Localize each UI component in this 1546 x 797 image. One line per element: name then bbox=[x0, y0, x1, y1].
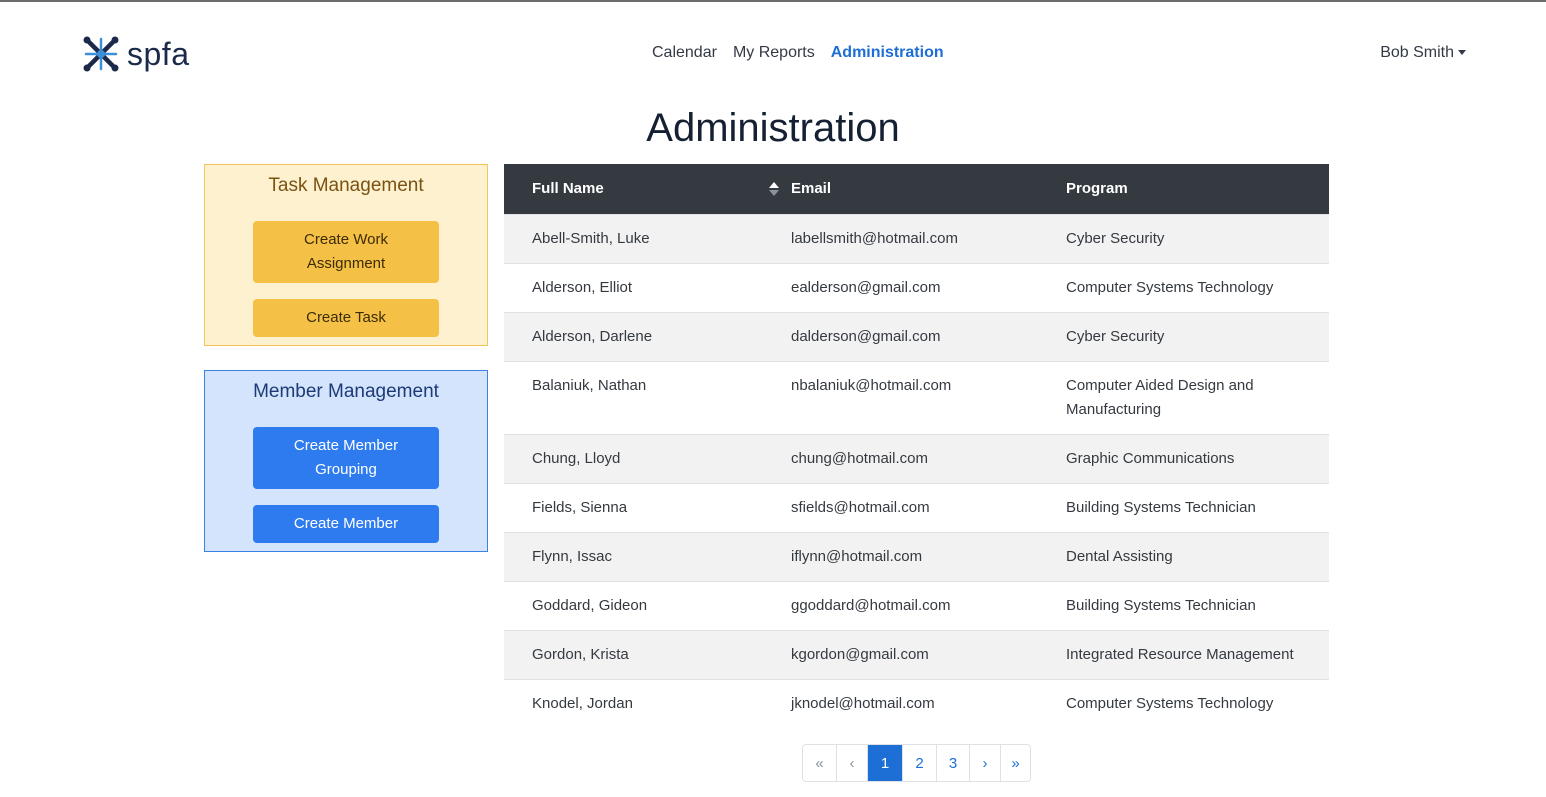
create-work-assignment-button[interactable]: Create Work Assignment bbox=[253, 221, 439, 283]
cell-program: Building Systems Technician bbox=[1066, 482, 1329, 532]
member-management-title: Member Management bbox=[253, 381, 439, 402]
cell-full-name: Knodel, Jordan bbox=[504, 678, 791, 728]
cell-email: kgordon@gmail.com bbox=[791, 629, 1066, 679]
table-row[interactable]: Alderson, Darlene dalderson@gmail.com Cy… bbox=[504, 311, 1329, 361]
cell-email: sfields@hotmail.com bbox=[791, 482, 1066, 532]
cell-program: Cyber Security bbox=[1066, 311, 1329, 361]
cell-email: ggoddard@hotmail.com bbox=[791, 580, 1066, 630]
cell-full-name: Gordon, Krista bbox=[504, 629, 791, 679]
table-row[interactable]: Abell-Smith, Luke labellsmith@hotmail.co… bbox=[504, 213, 1329, 263]
cell-full-name: Goddard, Gideon bbox=[504, 580, 791, 630]
cell-email: chung@hotmail.com bbox=[791, 433, 1066, 483]
create-member-button[interactable]: Create Member bbox=[253, 505, 439, 543]
cell-program: Cyber Security bbox=[1066, 213, 1329, 263]
cell-program: Building Systems Technician bbox=[1066, 580, 1329, 630]
column-header-program[interactable]: Program bbox=[1066, 164, 1329, 214]
cell-email: dalderson@gmail.com bbox=[791, 311, 1066, 361]
cell-full-name: Fields, Sienna bbox=[504, 482, 791, 532]
cell-program: Graphic Communications bbox=[1066, 433, 1329, 483]
table-row[interactable]: Balaniuk, Nathan nbalaniuk@hotmail.com C… bbox=[504, 360, 1329, 434]
main-nav: Calendar My Reports Administration bbox=[652, 44, 944, 62]
cell-program: Computer Systems Technology bbox=[1066, 262, 1329, 312]
cell-program: Integrated Resource Management bbox=[1066, 629, 1329, 679]
task-management-title: Task Management bbox=[268, 175, 424, 196]
window-top-border bbox=[0, 0, 1546, 2]
table-row[interactable]: Fields, Sienna sfields@hotmail.com Build… bbox=[504, 482, 1329, 532]
cell-full-name: Chung, Lloyd bbox=[504, 433, 791, 483]
page-title: Administration bbox=[646, 106, 900, 150]
cell-full-name: Flynn, Issac bbox=[504, 531, 791, 581]
member-management-card: Member Management Create Member Grouping… bbox=[204, 370, 488, 552]
user-name: Bob Smith bbox=[1380, 44, 1454, 61]
pagination-page-1[interactable]: 1 bbox=[867, 745, 902, 781]
cell-program: Dental Assisting bbox=[1066, 531, 1329, 581]
cell-full-name: Alderson, Elliot bbox=[504, 262, 791, 312]
brand-logo[interactable]: spfa bbox=[80, 33, 189, 75]
task-management-card: Task Management Create Work Assignment C… bbox=[204, 164, 488, 346]
cell-full-name: Abell-Smith, Luke bbox=[504, 213, 791, 263]
sort-icon[interactable] bbox=[769, 181, 779, 197]
pagination: « ‹ 1 2 3 › » bbox=[802, 744, 1031, 782]
pagination-prev-button[interactable]: ‹ bbox=[836, 745, 867, 781]
table-row[interactable]: Alderson, Elliot ealderson@gmail.com Com… bbox=[504, 262, 1329, 312]
cell-full-name: Alderson, Darlene bbox=[504, 311, 791, 361]
nav-link-administration[interactable]: Administration bbox=[831, 44, 944, 62]
table-row[interactable]: Knodel, Jordan jknodel@hotmail.com Compu… bbox=[504, 678, 1329, 728]
column-header-email[interactable]: Email bbox=[791, 164, 1066, 214]
cell-email: jknodel@hotmail.com bbox=[791, 678, 1066, 728]
members-table: Full Name Email Program Abell-Smith, Luk… bbox=[504, 164, 1329, 728]
user-menu-dropdown[interactable]: Bob Smith bbox=[1380, 44, 1466, 62]
nav-link-my-reports[interactable]: My Reports bbox=[733, 44, 815, 62]
table-row[interactable]: Gordon, Krista kgordon@gmail.com Integra… bbox=[504, 629, 1329, 679]
caret-down-icon bbox=[1458, 49, 1466, 55]
cell-email: nbalaniuk@hotmail.com bbox=[791, 360, 1066, 434]
cell-email: ealderson@gmail.com bbox=[791, 262, 1066, 312]
pagination-next-button[interactable]: › bbox=[969, 745, 1000, 781]
create-task-button[interactable]: Create Task bbox=[253, 299, 439, 337]
cell-email: iflynn@hotmail.com bbox=[791, 531, 1066, 581]
pagination-first-button[interactable]: « bbox=[803, 745, 836, 781]
table-row[interactable]: Goddard, Gideon ggoddard@hotmail.com Bui… bbox=[504, 580, 1329, 630]
column-header-full-name[interactable]: Full Name bbox=[504, 164, 791, 214]
cell-program: Computer Aided Design and Manufacturing bbox=[1066, 360, 1329, 434]
column-header-full-name-label: Full Name bbox=[532, 180, 604, 198]
create-member-grouping-button[interactable]: Create Member Grouping bbox=[253, 427, 439, 489]
table-row[interactable]: Flynn, Issac iflynn@hotmail.com Dental A… bbox=[504, 531, 1329, 581]
table-header-row: Full Name Email Program bbox=[504, 164, 1329, 214]
spfa-logo-icon bbox=[83, 36, 119, 72]
pagination-page-2[interactable]: 2 bbox=[902, 745, 936, 781]
members-table-container: Full Name Email Program Abell-Smith, Luk… bbox=[504, 164, 1329, 728]
cell-full-name: Balaniuk, Nathan bbox=[504, 360, 791, 434]
nav-link-calendar[interactable]: Calendar bbox=[652, 44, 717, 62]
cell-email: labellsmith@hotmail.com bbox=[791, 213, 1066, 263]
pagination-page-3[interactable]: 3 bbox=[936, 745, 969, 781]
cell-program: Computer Systems Technology bbox=[1066, 678, 1329, 728]
pagination-last-button[interactable]: » bbox=[1000, 745, 1030, 781]
table-row[interactable]: Chung, Lloyd chung@hotmail.com Graphic C… bbox=[504, 433, 1329, 483]
brand-name: spfa bbox=[127, 36, 190, 72]
